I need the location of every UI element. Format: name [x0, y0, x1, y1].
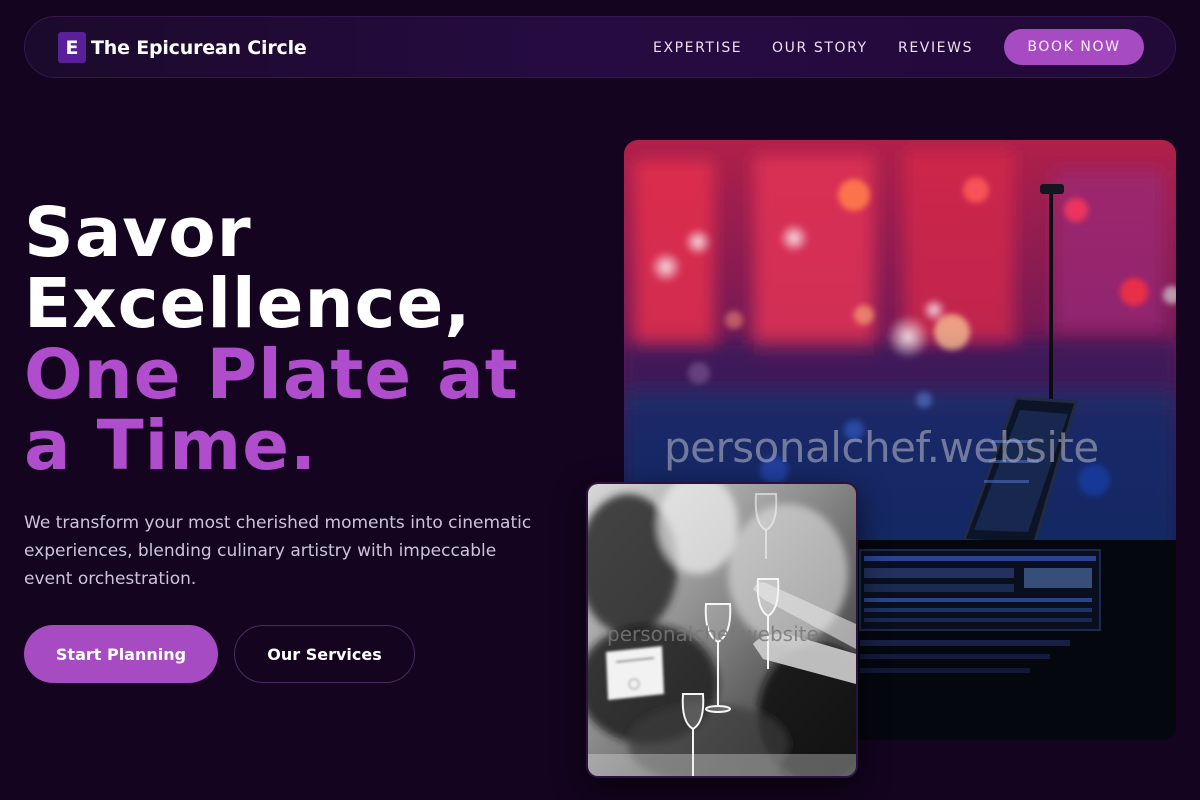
top-navbar: E The Epicurean Circle EXPERTISE OUR STO…	[24, 16, 1176, 78]
nav-link-reviews[interactable]: REVIEWS	[898, 40, 973, 56]
nav-link-expertise[interactable]: EXPERTISE	[653, 40, 742, 56]
headline-line-1: Savor	[24, 193, 252, 273]
hero-subtext: We transform your most cherished moments…	[24, 513, 532, 589]
start-planning-button[interactable]: Start Planning	[24, 625, 218, 683]
main-image-watermark: personalchef.website	[664, 423, 1099, 472]
brand-name: The Epicurean Circle	[91, 36, 307, 59]
brand-logo[interactable]: E The Epicurean Circle	[58, 32, 307, 63]
secondary-image-watermark: personalchef.website	[607, 622, 819, 646]
headline-accent: One Plate at a Time.	[24, 335, 519, 486]
headline-line-2: Excellence,	[24, 264, 472, 344]
our-services-button[interactable]: Our Services	[234, 625, 415, 683]
toast-celebration-photo: personalchef.website	[586, 482, 858, 778]
hero-headline: Savor Excellence, One Plate at a Time.	[24, 198, 584, 482]
nav-link-our-story[interactable]: OUR STORY	[772, 40, 868, 56]
book-now-button[interactable]: BOOK NOW	[1004, 29, 1144, 65]
brand-logo-mark: E	[58, 32, 86, 63]
